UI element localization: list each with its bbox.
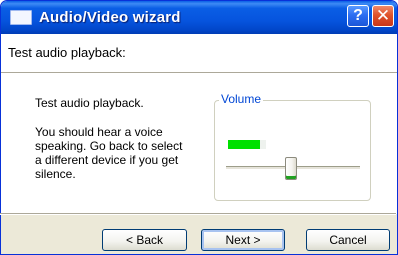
- step-heading: Test audio playback:: [8, 45, 126, 60]
- window-app-icon: [10, 10, 32, 25]
- help-question-icon[interactable]: ?: [347, 5, 369, 27]
- volume-groupbox: [214, 100, 371, 201]
- back-button[interactable]: < Back: [102, 229, 187, 251]
- description-text: You should hear a voice speaking. Go bac…: [35, 125, 183, 181]
- title-bar[interactable]: Audio/Video wizard ? ✕: [1, 1, 397, 34]
- window-title: Audio/Video wizard: [39, 9, 181, 26]
- cancel-button[interactable]: Cancel: [306, 229, 390, 251]
- wizard-header: Test audio playback:: [1, 34, 397, 72]
- footer-divider: [0, 213, 396, 215]
- volume-label: Volume: [219, 92, 264, 106]
- next-button[interactable]: Next >: [201, 229, 285, 251]
- intro-text: Test audio playback.: [35, 96, 144, 110]
- close-x-icon[interactable]: ✕: [372, 5, 394, 27]
- level-meter-fill: [228, 140, 261, 149]
- volume-slider-thumb[interactable]: [284, 157, 297, 180]
- audio-level-meter: [228, 140, 266, 149]
